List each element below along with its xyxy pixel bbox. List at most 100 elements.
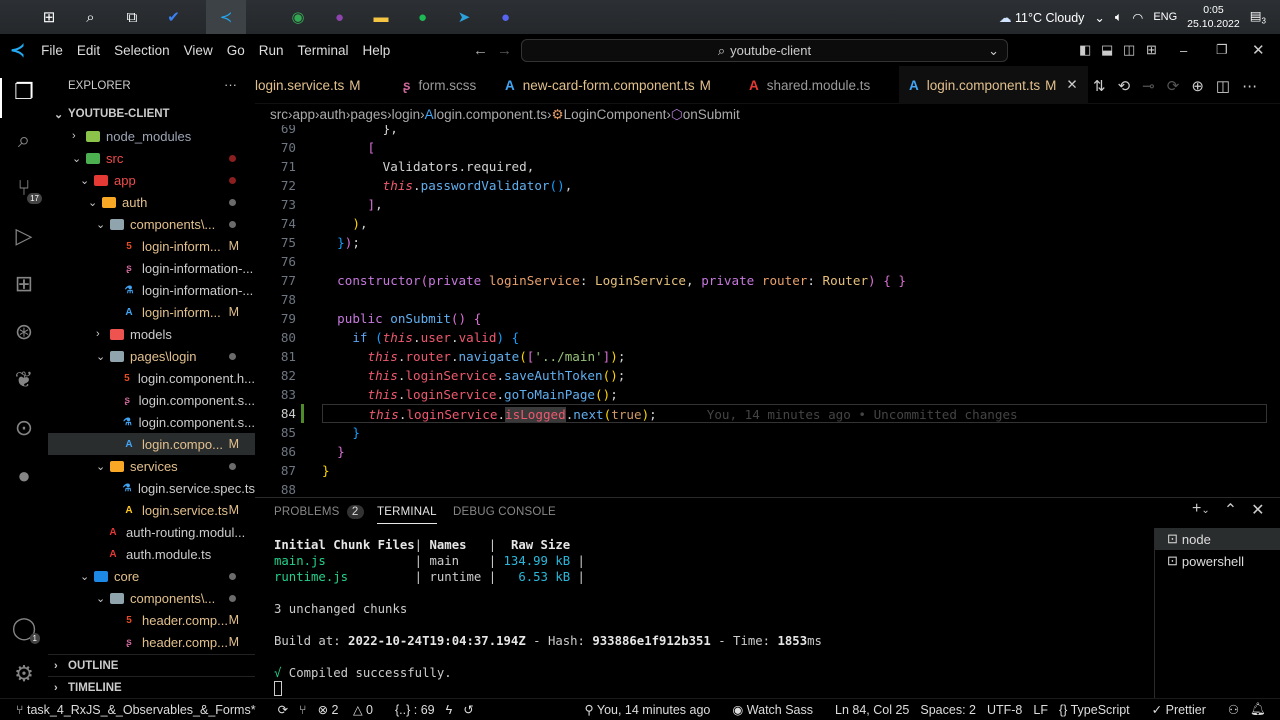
tree-item[interactable]: Alogin.service.ts M [48,499,255,521]
code-line[interactable]: if (this.user.valid) { [322,328,519,347]
code-line[interactable]: this.passwordValidator(), [322,176,573,195]
toggle-panel-icon[interactable]: ⬓ [1101,42,1113,58]
tree-item[interactable]: 5 login-inform... M [48,235,255,257]
workspace-root[interactable]: ⌄ YOUTUBE-CLIENT [48,103,255,125]
more-icon[interactable]: ⋯ [1242,77,1257,95]
code-line[interactable]: }, [322,125,398,138]
code-line[interactable]: ), [322,214,367,233]
open-changes-icon[interactable]: ⇅ [1093,77,1106,95]
code-line[interactable]: [ [322,138,376,157]
taskbar-task-view-icon[interactable]: ⧉ [119,4,145,30]
menu-file[interactable]: File [41,43,63,58]
tree-item[interactable]: ⌄ components\... [48,587,255,609]
taskbar-search-icon[interactable]: ⌕ [78,4,104,30]
next-change-icon[interactable]: ⟳ [1167,77,1180,95]
extensions-icon[interactable]: ⊞ [10,270,38,298]
outline-section[interactable]: › OUTLINE [48,654,255,676]
tree-item[interactable]: ⚗ login.service.spec.ts [48,477,255,499]
terminal-instance-node[interactable]: ⊡ node [1155,528,1280,550]
tab-login-service-ts[interactable]: login.service.ts M [245,66,371,104]
code-line[interactable]: this.loginService.saveAuthToken(); [322,366,626,385]
code-line[interactable]: constructor(private loginService: LoginS… [322,271,906,290]
language-indicator[interactable]: ENG [1153,11,1177,23]
git-graph-icon[interactable]: ⑂ [299,703,307,717]
tree-item[interactable]: ⌄ pages\login [48,345,255,367]
source-control-icon[interactable]: ⑂ 17 [10,174,42,204]
accounts-icon[interactable]: ◯ 1 [10,614,40,644]
code-line[interactable]: } [322,442,345,461]
tab-problems[interactable]: PROBLEMS 2 [274,505,364,519]
tree-item[interactable]: › models [48,323,255,345]
menu-edit[interactable]: Edit [77,43,100,58]
explorer-icon[interactable]: ❐ [10,78,38,106]
language-mode[interactable]: {} TypeScript [1059,703,1141,717]
bracket-info[interactable]: {..} : 69 [395,703,435,717]
code-line[interactable]: this.loginService.isLogged.next(true); Yo… [322,404,1267,423]
taskbar-vscode-icon[interactable]: ≺ [206,0,246,34]
split-editor-icon[interactable]: ◫ [1216,77,1230,95]
watch-sass-button[interactable]: ◉ Watch Sass [732,702,824,717]
breadcrumb-item[interactable]: login.component.ts [434,107,547,122]
tree-item[interactable]: ʂ login.component.s... [48,389,255,411]
volume-icon[interactable]: 🔈︎ [1115,10,1123,25]
tree-item[interactable]: ⌄ services [48,455,255,477]
timeline-section[interactable]: › TIMELINE [48,676,255,698]
cursor-position[interactable]: Ln 84, Col 25 [835,703,909,717]
breadcrumb-item[interactable]: login [392,107,421,122]
previous-change-icon[interactable]: ⟲ [1118,77,1131,95]
taskbar-file-explorer-icon[interactable]: ▬ [368,4,394,30]
new-terminal-icon[interactable]: +⌄ [1192,500,1210,520]
tree-item[interactable]: ⚗ login.component.s... [48,411,255,433]
search-icon[interactable]: ⌕ [10,126,38,154]
close-tab-icon[interactable]: ✕ [1066,77,1077,93]
toggle-secondary-sidebar-icon[interactable]: ◫ [1123,42,1135,58]
notifications-bell-icon[interactable]: 🔔︎ [1250,702,1266,717]
maximize-panel-icon[interactable]: ⌃ [1224,500,1237,520]
forward-arrow-icon[interactable]: → [497,42,512,59]
menu-go[interactable]: Go [227,43,245,58]
code-line[interactable]: } [322,461,330,480]
code-line[interactable]: public onSubmit() { [322,309,481,328]
tab-login-component-ts[interactable]: Alogin.component.ts M ✕ [899,66,1088,104]
history-icon[interactable]: ↺ [463,702,473,717]
breadcrumb-item[interactable]: auth [320,107,346,122]
more-actions-button[interactable]: ··· [224,77,237,92]
tree-item[interactable]: ʂ header.comp... M [48,631,255,653]
terminal-instance-powershell[interactable]: ⊡ powershell [1155,550,1280,572]
notifications-button[interactable]: ▤3 [1250,8,1266,26]
tree-item[interactable]: ⚗ login-information-... [48,279,255,301]
tree-item[interactable]: ⌄ src [48,147,255,169]
breadcrumb-item[interactable]: src [270,107,288,122]
github-icon[interactable]: ● [10,462,38,490]
menu-terminal[interactable]: Terminal [297,43,348,58]
prettier-status[interactable]: ✓ Prettier [1152,702,1217,717]
toggle-sidebar-icon[interactable]: ◧ [1079,42,1091,58]
code-editor[interactable]: 69 }, 70 [71 Validators.required, 72 this.… [255,125,1280,497]
taskbar-telegram-icon[interactable]: ➤ [451,4,477,30]
code-line[interactable]: Validators.required, [322,157,535,176]
menu-view[interactable]: View [184,43,213,58]
tree-item[interactable]: 5 header.comp... M [48,609,255,631]
git-lens-icon[interactable]: ⊙ [10,414,38,442]
settings-gear-icon[interactable]: ⚙ [10,660,38,688]
breadcrumb-item[interactable]: app [293,107,316,122]
menu-help[interactable]: Help [363,43,391,58]
code-line[interactable]: } [322,423,360,442]
wifi-icon[interactable]: ◠ [1132,10,1143,25]
taskbar-todo-icon[interactable]: ✔ [161,4,187,30]
terminal-output[interactable]: Initial Chunk Files| Names | Raw Size mai… [274,537,822,696]
code-line[interactable]: ], [322,195,383,214]
commit-icon[interactable]: ⊸ [1142,77,1155,95]
customize-layout-icon[interactable]: ⊞ [1146,42,1157,58]
blame-indicator[interactable]: ⚲ You, 14 minutes ago [584,702,721,717]
tab-shared-module-ts[interactable]: Ashared.module.ts [739,66,880,104]
menu-selection[interactable]: Selection [114,43,170,58]
sync-icon[interactable]: ⟳ [278,702,288,717]
restore-button[interactable]: ❐ [1216,42,1228,58]
paw-icon[interactable]: ❦ [10,366,38,394]
clock[interactable]: 0:05 25.10.2022 [1187,3,1240,31]
back-arrow-icon[interactable]: ← [473,42,488,59]
weather-widget[interactable]: ☁ 11°C Cloudy [999,10,1084,25]
indentation[interactable]: Spaces: 2 [920,703,976,717]
tray-chevron-icon[interactable]: ⌄ [1094,10,1104,25]
